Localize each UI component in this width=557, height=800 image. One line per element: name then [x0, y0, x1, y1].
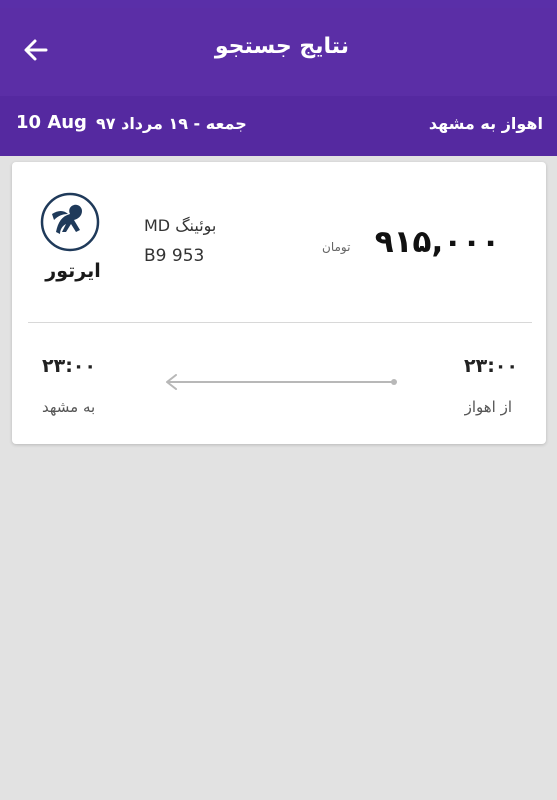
aircraft-type: بوئینگ MD	[144, 216, 217, 235]
arrival-time: ۲۳:۰۰	[42, 355, 96, 377]
arrow-left-icon	[24, 39, 48, 61]
departure-time: ۲۳:۰۰	[464, 355, 518, 377]
currency-label: تومان	[322, 240, 351, 254]
date-gregorian: 10 Aug	[16, 112, 87, 133]
flight-number: B9 953	[144, 246, 205, 266]
app-bar: نتایج جستجو	[0, 8, 557, 96]
origin-label: از اهواز	[464, 398, 512, 416]
page-title: نتایج جستجو	[214, 34, 349, 59]
date-persian: جمعه - ۱۹ مرداد ۹۷	[96, 114, 247, 133]
divider	[28, 322, 532, 323]
airline-name: ایرتور	[45, 260, 101, 282]
back-button[interactable]	[22, 36, 50, 64]
arrow-left-line-icon	[166, 374, 397, 390]
status-bar	[0, 0, 557, 8]
flight-result-card[interactable]: ایرتور بوئینگ MD B9 953 تومان ۹۱۵,۰۰۰ ۲۳…	[12, 162, 546, 444]
pegasus-logo-icon	[40, 192, 100, 252]
price: ۹۱۵,۰۰۰	[374, 224, 500, 260]
route-text: اهواز به مشهد	[428, 114, 543, 133]
destination-label: به مشهد	[42, 398, 96, 416]
search-summary-bar: اهواز به مشهد جمعه - ۱۹ مرداد ۹۷ 10 Aug	[0, 96, 557, 156]
